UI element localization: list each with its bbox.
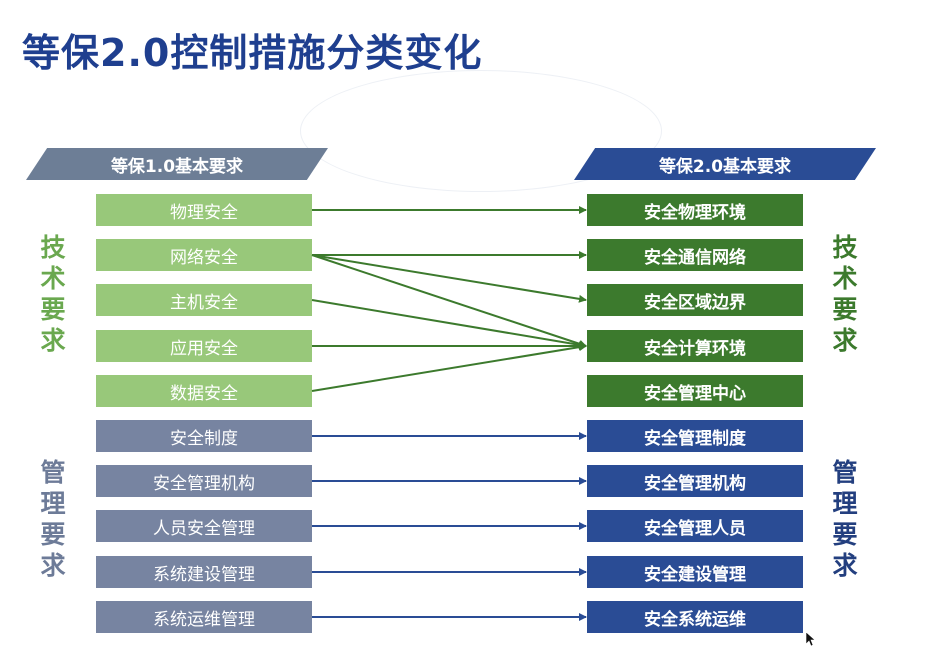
mapping-arrows [311, 206, 587, 621]
mapping-arrow-4-3 [311, 343, 587, 392]
mapping-arrow-1-3 [311, 254, 587, 348]
mouse-cursor-icon [806, 632, 816, 646]
mapping-arrow-2-3 [311, 299, 587, 349]
mapping-arrow-1-2 [311, 254, 587, 303]
